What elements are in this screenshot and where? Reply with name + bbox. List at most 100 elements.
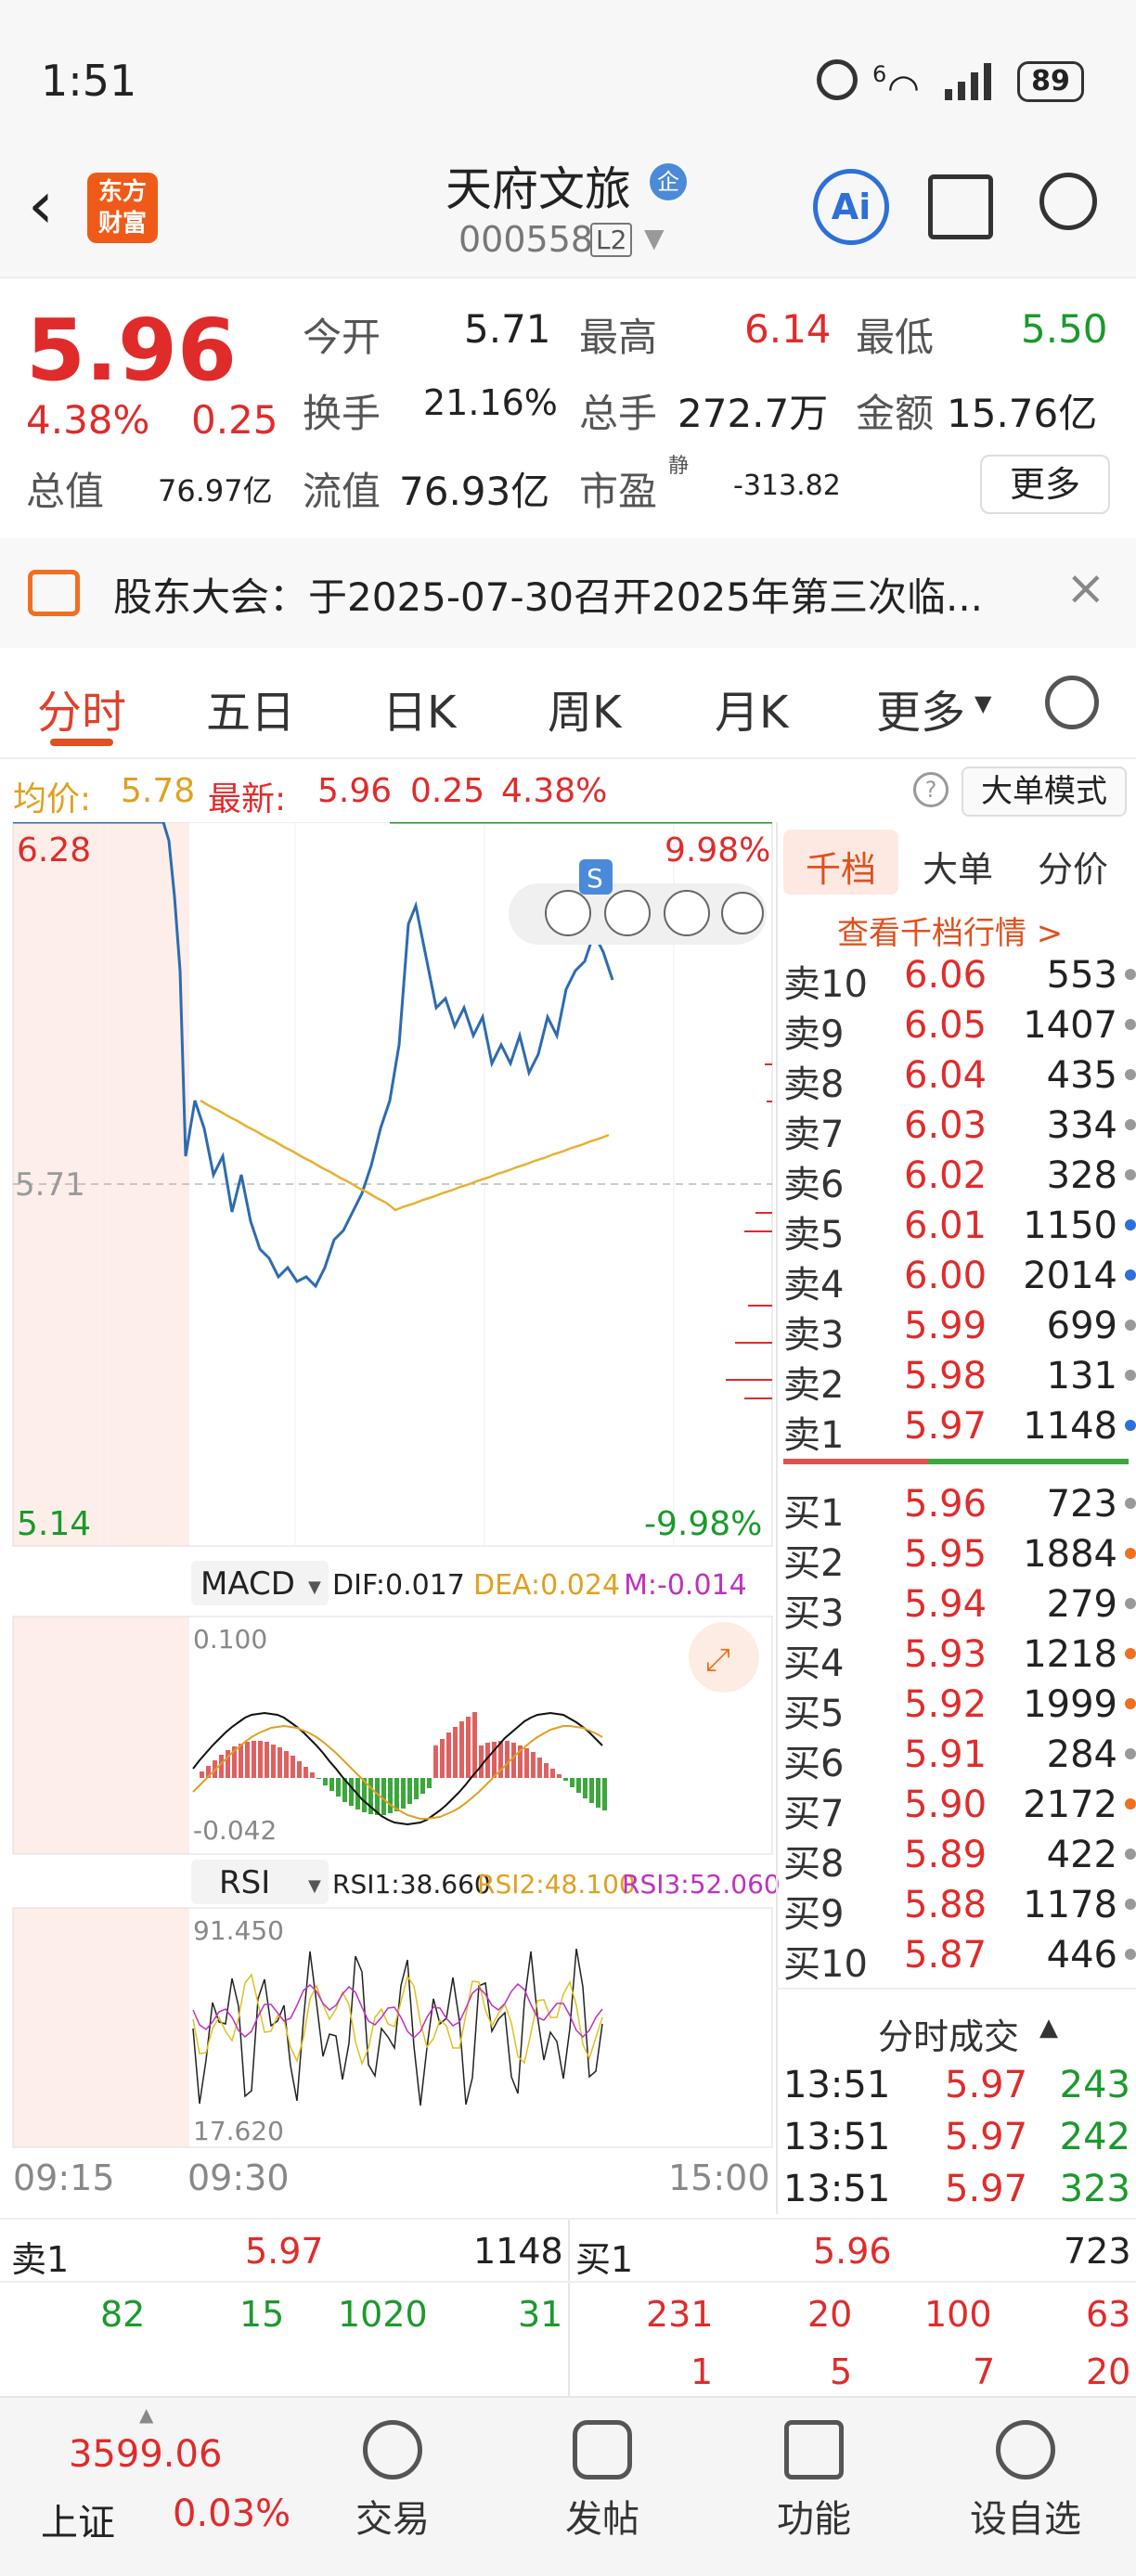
- macd-bar: [336, 1778, 341, 1797]
- app-logo[interactable]: 东方财富: [87, 173, 158, 243]
- ticks-divider: [776, 1988, 1136, 1990]
- ask-row[interactable]: 卖9 6.05 1407: [783, 1000, 1136, 1056]
- last-label: 最新:: [208, 780, 287, 818]
- mktcap-value: 76.97亿: [158, 473, 273, 509]
- time-start-label: 09:15: [13, 2157, 115, 2198]
- more-button[interactable]: 更多: [980, 455, 1110, 514]
- ask-dot-icon: [1125, 1019, 1136, 1030]
- rsi2: RSI2:48.100: [477, 1869, 636, 1900]
- grid-icon: [784, 2420, 844, 2479]
- ob-tab-bigorder[interactable]: 大单: [923, 841, 993, 892]
- emoji-face-icon: [721, 892, 764, 934]
- tab-weekly-k[interactable]: 周K: [548, 676, 621, 741]
- ticks-title[interactable]: 分时成交: [878, 2008, 1019, 2059]
- bid-row[interactable]: 买4 5.93 1218: [783, 1629, 1136, 1685]
- bid-price: 5.91: [904, 1733, 988, 1776]
- tab-minute[interactable]: 分时: [37, 676, 126, 741]
- bid-row[interactable]: 买8 5.89 422: [783, 1830, 1136, 1886]
- nav-trade-label: 交易: [355, 2498, 430, 2541]
- s-marker-label: S: [587, 863, 603, 894]
- ask-row[interactable]: 卖4 6.00 2014: [783, 1251, 1136, 1307]
- nav-functions[interactable]: 功能: [744, 2420, 884, 2543]
- bid-row[interactable]: 买9 5.88 1178: [783, 1880, 1136, 1936]
- macd-bar: [479, 1745, 484, 1778]
- volume-value: 272.7万: [678, 391, 829, 436]
- tab-daily-k[interactable]: 日K: [382, 676, 456, 741]
- ask-row[interactable]: 卖7 6.03 334: [783, 1101, 1136, 1156]
- index-value[interactable]: 3599.06: [69, 2433, 222, 2476]
- ask-row[interactable]: 卖1 5.97 1148: [783, 1401, 1136, 1457]
- bid-row[interactable]: 买10 5.87 446: [783, 1930, 1136, 1986]
- tab-more-caret-icon: ▼: [975, 690, 992, 716]
- ask-volume: 1407: [1023, 1004, 1117, 1047]
- bid-row[interactable]: 买2 5.95 1884: [783, 1529, 1136, 1585]
- tab-more[interactable]: 更多: [876, 676, 965, 741]
- notice-bar[interactable]: 股东大会：于2025-07-30召开2025年第三次临... ×: [0, 538, 1136, 648]
- emoji-face-icon: [664, 890, 710, 936]
- bid-row[interactable]: 买6 5.91 284: [783, 1730, 1136, 1785]
- nav-watchlist[interactable]: 设自选: [956, 2420, 1095, 2543]
- header: ‹ 东方财富 天府文旅 企 000558 L2 ▼ Ai: [0, 130, 1136, 278]
- share-icon[interactable]: [928, 174, 993, 239]
- bid-volume: 723: [1046, 1483, 1117, 1526]
- ob-tab-price[interactable]: 分价: [1038, 841, 1108, 892]
- close-icon[interactable]: ×: [1065, 560, 1106, 616]
- depth-strip: 卖1 5.97 1148 买1 5.96 723 82 15 1020 31 2…: [0, 2218, 1136, 2398]
- tick-row: 13:51 5.97 242: [783, 2116, 1136, 2168]
- tab-5day[interactable]: 五日: [206, 676, 295, 741]
- amount-value: 15.76亿: [947, 391, 1098, 436]
- ask-volume: 131: [1046, 1355, 1117, 1397]
- ask-row[interactable]: 卖2 5.98 131: [783, 1351, 1136, 1407]
- macd-bar: [388, 1778, 393, 1813]
- code-dropdown-icon[interactable]: ▼: [644, 223, 665, 253]
- ticks-caret-icon[interactable]: ▲: [1039, 2014, 1058, 2041]
- pe-label: 市盈: [579, 469, 658, 514]
- search-icon[interactable]: [1039, 173, 1097, 230]
- help-icon[interactable]: ?: [913, 772, 949, 807]
- bid-row[interactable]: 买5 5.92 1999: [783, 1680, 1136, 1735]
- macd-bar: [596, 1778, 600, 1808]
- avg-label: 均价:: [13, 780, 92, 818]
- nav-post[interactable]: 发帖: [533, 2420, 672, 2543]
- tab-monthly-k[interactable]: 月K: [715, 676, 788, 741]
- nav-watchlist-label: 设自选: [970, 2498, 1081, 2541]
- back-icon[interactable]: ‹: [28, 173, 54, 238]
- more-dots-icon: [996, 2420, 1055, 2479]
- macd-bar: [271, 1745, 276, 1778]
- bid-row[interactable]: 买7 5.90 2172: [783, 1780, 1136, 1835]
- tick-row: 13:51 5.97 243: [783, 2064, 1136, 2116]
- index-name[interactable]: 上证: [41, 2492, 115, 2546]
- ask-row[interactable]: 卖3 5.99 699: [783, 1301, 1136, 1357]
- bid-volume: 446: [1046, 1934, 1117, 1977]
- settings-gear-icon[interactable]: [1045, 676, 1099, 729]
- rsi1-line: [192, 1948, 603, 2106]
- ask-row[interactable]: 卖8 6.04 435: [783, 1050, 1136, 1106]
- index-pct[interactable]: 0.03%: [173, 2492, 290, 2535]
- bid-row[interactable]: 买1 5.96 723: [783, 1479, 1136, 1535]
- bid-row[interactable]: 买3 5.94 279: [783, 1579, 1136, 1635]
- ob-tab-depth[interactable]: 千档: [806, 841, 876, 892]
- float-value: 76.93亿: [399, 469, 550, 514]
- speaker-icon: [28, 570, 80, 616]
- battery-icon: 89: [1017, 61, 1084, 102]
- chart-info-bar: 均价: 5.78 最新: 5.96 0.25 4.38% ? 大单模式: [0, 759, 1136, 822]
- bid-volume: 1999: [1023, 1683, 1117, 1726]
- ask-row[interactable]: 卖6 6.02 328: [783, 1151, 1136, 1206]
- ob-depth-link[interactable]: 查看千档行情 >: [837, 908, 1063, 953]
- big-order-mode-button[interactable]: 大单模式: [962, 766, 1127, 817]
- change-value: 0.25: [191, 397, 278, 443]
- ask-row[interactable]: 卖5 6.01 1150: [783, 1201, 1136, 1256]
- macd-bar: [239, 1744, 243, 1778]
- depth-bar: [767, 1101, 772, 1102]
- ask-row[interactable]: 卖10 6.06 553: [783, 950, 1136, 1006]
- bid-dot-icon: [1125, 1899, 1136, 1910]
- bid-volume: 1218: [1023, 1633, 1117, 1676]
- ai-button[interactable]: Ai: [813, 169, 889, 245]
- depth-sell-price: 5.97: [245, 2231, 324, 2272]
- nav-trade[interactable]: 交易: [323, 2420, 462, 2543]
- bottom-pct-label: -9.98%: [644, 1505, 762, 1543]
- macd-bar: [349, 1778, 354, 1806]
- time-end-label: 15:00: [668, 2157, 770, 2198]
- ask-dot-icon: [1125, 1219, 1136, 1230]
- chart-svg[interactable]: 6.28 9.98% 5.71 5.14 -9.98% S MACD ▼ DIF…: [0, 820, 781, 2214]
